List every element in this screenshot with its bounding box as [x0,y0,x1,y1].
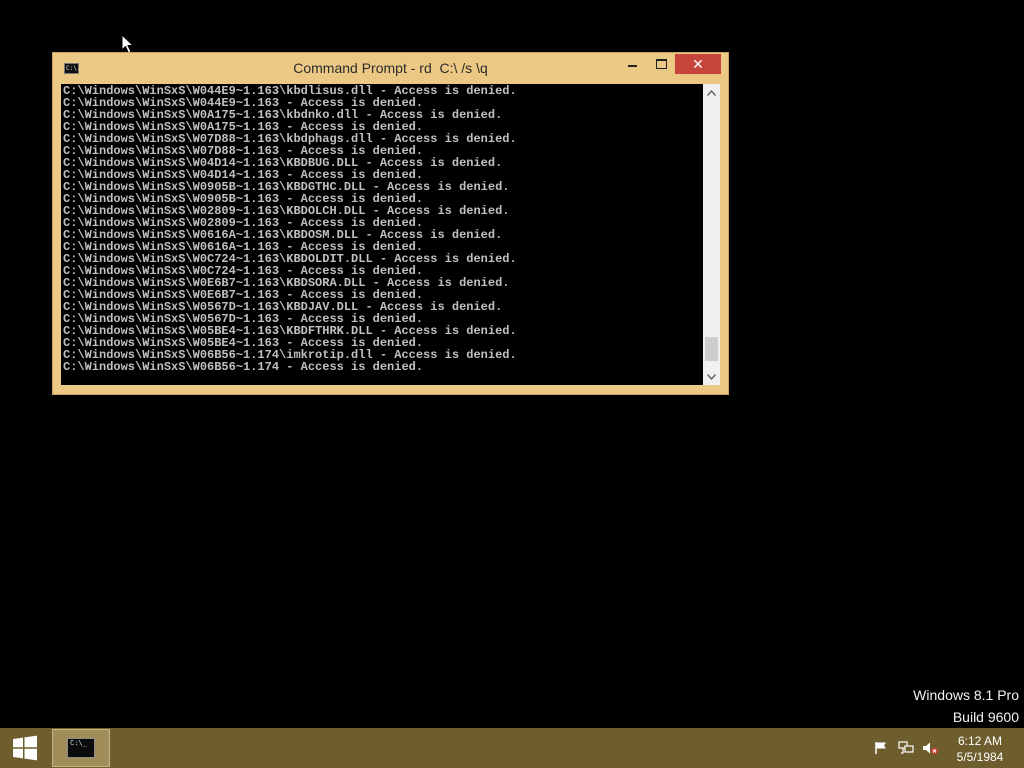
chevron-up-icon [707,89,716,96]
start-button[interactable] [0,728,50,768]
console-output-area[interactable]: C:\Windows\WinSxS\W044E9~1.163\kbdlisus.… [61,84,720,385]
watermark-build: Build 9600 [952,709,1019,725]
close-icon: ✕ [692,55,704,72]
network-monitor-icon [898,741,914,754]
scrollbar-thumb[interactable] [705,336,718,361]
flag-icon [875,742,886,754]
console-text: C:\Windows\WinSxS\W044E9~1.163\kbdlisus.… [63,85,703,373]
clock-time: 6:12 AM [957,734,1003,748]
scroll-up-button[interactable] [703,84,720,101]
cmd-icon: C:\_ [67,738,95,758]
windows-version-watermark: Windows 8.1 Pro Build 9600 [913,684,1019,728]
windows-logo-icon [13,735,37,761]
taskbar: C:\_ 6:12 AM 5/5/1984 [0,728,1024,768]
speaker-icon [923,742,938,755]
action-center-flag-icon[interactable] [872,728,890,768]
minimize-button[interactable] [619,54,646,74]
taskbar-clock[interactable]: 6:12 AM 5/5/1984 [945,733,1015,765]
scroll-down-button[interactable] [703,368,720,385]
mouse-cursor-icon [121,34,135,54]
network-icon[interactable] [897,728,915,768]
watermark-edition: Windows 8.1 Pro [913,687,1019,703]
clock-date: 5/5/1984 [956,750,1004,764]
command-prompt-window[interactable]: C:\. Command Prompt - rd C:\ /s \q ✕ C:\… [52,52,729,395]
console-line: C:\Windows\WinSxS\W06B56~1.174 - Access … [63,360,424,374]
desktop[interactable]: C:\. Command Prompt - rd C:\ /s \q ✕ C:\… [0,0,1024,728]
vertical-scrollbar[interactable] [703,84,720,385]
volume-muted-icon[interactable] [921,728,939,768]
title-bar[interactable]: C:\. Command Prompt - rd C:\ /s \q ✕ [53,53,728,83]
maximize-button[interactable] [648,54,675,74]
maximize-icon [656,59,667,69]
minimize-icon [628,65,637,67]
taskbar-command-prompt-button[interactable]: C:\_ [52,729,110,767]
close-button[interactable]: ✕ [675,54,721,74]
chevron-down-icon [707,373,716,380]
